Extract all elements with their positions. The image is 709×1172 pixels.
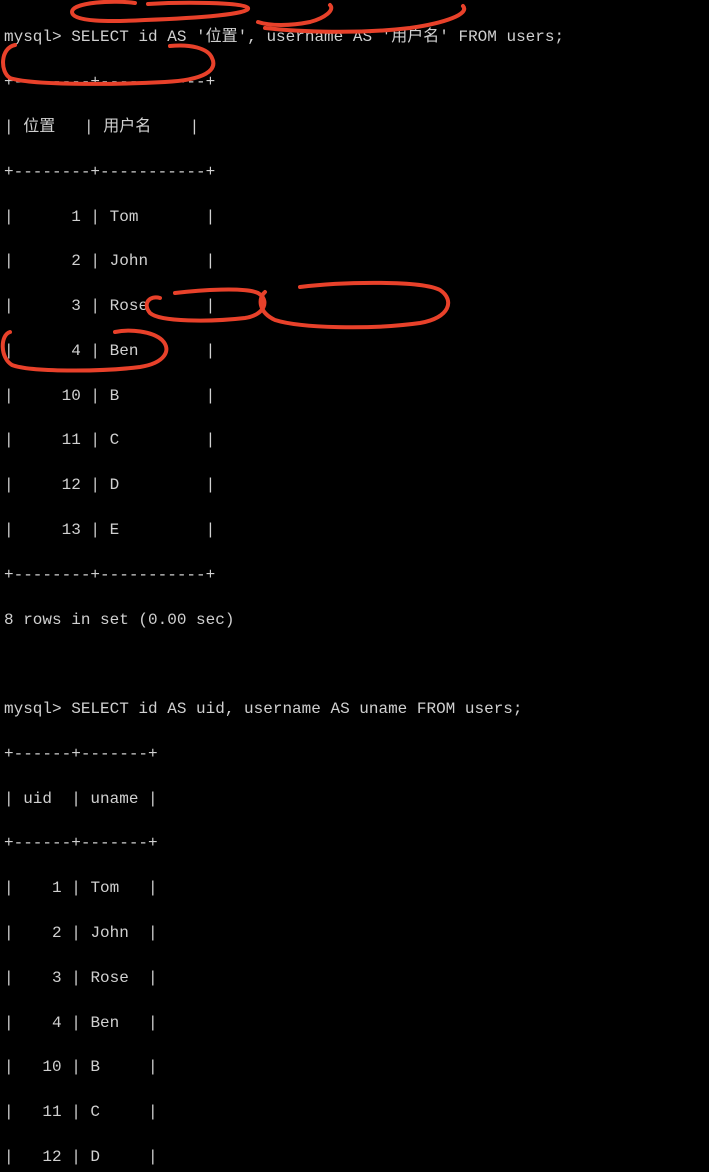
table1-header-row: | 位置 | 用户名 |: [4, 116, 705, 138]
mysql-prompt: mysql>: [4, 700, 62, 718]
mysql-prompt: mysql>: [4, 28, 62, 46]
table-row: | 10 | B |: [4, 385, 705, 407]
table-row: | 4 | Ben |: [4, 1012, 705, 1034]
table-row: | 12 | D |: [4, 474, 705, 496]
table2-col2-header: uname: [90, 790, 138, 808]
table-row: | 1 | Tom |: [4, 206, 705, 228]
table-row: | 3 | Rose |: [4, 967, 705, 989]
table2-col1-header: uid: [23, 790, 52, 808]
table-row: | 1 | Tom |: [4, 877, 705, 899]
table-row: | 11 | C |: [4, 429, 705, 451]
table2-header-row: | uid | uname |: [4, 788, 705, 810]
sql-statement-2: SELECT id AS uid, username AS uname FROM…: [71, 700, 522, 718]
table1-divider-top: +--------+-----------+: [4, 71, 705, 93]
table2-divider-mid: +------+-------+: [4, 832, 705, 854]
table-row: | 3 | Rose |: [4, 295, 705, 317]
table-row: | 12 | D |: [4, 1146, 705, 1168]
table-row: | 11 | C |: [4, 1101, 705, 1123]
table1-col1-header: 位置: [23, 118, 55, 136]
table-row: | 2 | John |: [4, 922, 705, 944]
table-row: | 10 | B |: [4, 1056, 705, 1078]
table-row: | 13 | E |: [4, 519, 705, 541]
table-row: | 4 | Ben |: [4, 340, 705, 362]
blank-line: [4, 653, 705, 675]
table1-divider-bottom: +--------+-----------+: [4, 564, 705, 586]
table-row: | 2 | John |: [4, 250, 705, 272]
query2-prompt-line: mysql> SELECT id AS uid, username AS una…: [4, 698, 705, 720]
terminal-output: mysql> SELECT id AS '位置', username AS '用…: [4, 4, 705, 1172]
table1-col2-header: 用户名: [103, 118, 151, 136]
table2-divider-top: +------+-------+: [4, 743, 705, 765]
sql-statement-1: SELECT id AS '位置', username AS '用户名' FRO…: [71, 28, 564, 46]
query1-prompt-line: mysql> SELECT id AS '位置', username AS '用…: [4, 26, 705, 48]
table1-divider-mid: +--------+-----------+: [4, 161, 705, 183]
query1-result-msg: 8 rows in set (0.00 sec): [4, 609, 705, 631]
